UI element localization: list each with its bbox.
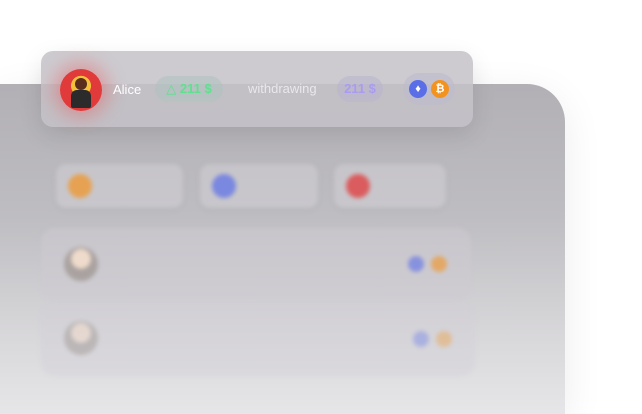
avatar	[64, 247, 98, 281]
user-row	[41, 228, 471, 300]
ethereum-icon	[413, 331, 429, 347]
bitcoin-icon	[431, 256, 447, 272]
deposit-amount: 211 $	[179, 81, 212, 96]
bitcoin-icon	[436, 331, 452, 347]
status-label: withdrawing	[248, 81, 317, 96]
bitcoin-icon	[68, 174, 92, 198]
ethereum-icon: ♦	[409, 80, 427, 98]
withdraw-amount: 211 $	[337, 76, 383, 102]
triangle-icon: △	[166, 81, 177, 96]
user-name: Alice	[113, 82, 142, 97]
coin-chip	[56, 164, 183, 208]
avatar-body	[71, 90, 91, 108]
user-card[interactable]: Alice △ 211 $ withdrawing 211 $ ♦ ₿	[41, 51, 473, 127]
user-row	[41, 304, 475, 376]
bitcoin-icon: ₿	[431, 80, 449, 98]
avatar	[60, 69, 102, 111]
avatar-head	[75, 78, 87, 90]
avatar	[64, 321, 98, 355]
coins-pill: ♦ ₿	[403, 73, 455, 105]
coin-chip	[334, 164, 446, 208]
ethereum-icon	[408, 256, 424, 272]
coin-chip	[200, 164, 318, 208]
deposit-amount-badge: △ 211 $	[155, 76, 223, 102]
ethereum-icon	[212, 174, 236, 198]
tron-icon	[346, 174, 370, 198]
